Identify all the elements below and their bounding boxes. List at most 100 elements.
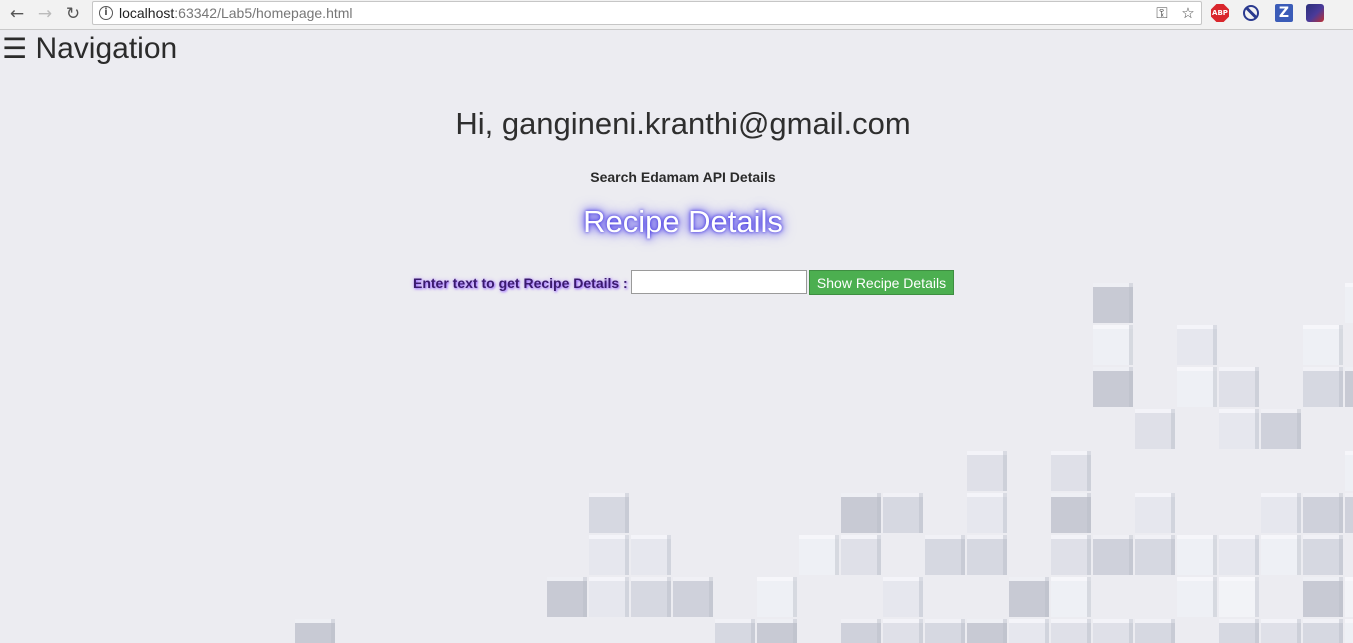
background-cube-highlight — [1261, 493, 1301, 497]
adblock-plus-icon[interactable]: ABP — [1211, 4, 1229, 22]
back-arrow-icon[interactable]: ← — [6, 3, 28, 25]
background-cube-highlight — [1093, 535, 1133, 539]
background-cube-shadow — [667, 577, 671, 617]
background-cube-highlight — [715, 619, 755, 623]
background-cube-shadow — [961, 619, 965, 643]
background-cube-shadow — [1297, 535, 1301, 575]
background-cube-shadow — [919, 493, 923, 533]
browser-toolbar: ← → ↻ i localhost:63342/Lab5/homepage.ht… — [0, 0, 1353, 30]
background-cube — [1303, 493, 1343, 533]
background-cube-shadow — [1087, 619, 1091, 643]
search-subheading: Search Edamam API Details — [590, 169, 776, 185]
background-cube-shadow — [877, 619, 881, 643]
background-cube-shadow — [1171, 493, 1175, 533]
background-cube-shadow — [1087, 577, 1091, 617]
background-cube-shadow — [667, 535, 671, 575]
navigation-label[interactable]: Navigation — [35, 32, 177, 65]
url-host: localhost — [119, 5, 175, 21]
background-cube-highlight — [631, 577, 671, 581]
hamburger-menu-icon[interactable]: ☰ — [2, 32, 27, 65]
background-cube — [1219, 409, 1259, 449]
background-cube-shadow — [1003, 535, 1007, 575]
background-cube-shadow — [1213, 367, 1217, 407]
forward-arrow-icon[interactable]: → — [34, 3, 56, 25]
background-cube-highlight — [1303, 619, 1343, 623]
background-cube — [1177, 535, 1217, 575]
background-cube-shadow — [331, 619, 335, 643]
background-cube-highlight — [1219, 367, 1259, 371]
zotero-icon[interactable]: Z — [1275, 4, 1293, 22]
background-cube-highlight — [589, 577, 629, 581]
background-cube-highlight — [1261, 619, 1301, 623]
background-cube — [883, 493, 923, 533]
background-cube-highlight — [757, 577, 797, 581]
background-cube-highlight — [1177, 367, 1217, 371]
background-cube-highlight — [1093, 619, 1133, 623]
background-cube-highlight — [673, 577, 713, 581]
background-cube-shadow — [1171, 535, 1175, 575]
background-cube — [967, 451, 1007, 491]
recipe-search-input[interactable] — [631, 270, 807, 294]
zotero-label: Z — [1278, 5, 1290, 21]
background-cube — [1051, 451, 1091, 491]
block-icon[interactable] — [1243, 5, 1259, 21]
background-cube — [883, 577, 923, 617]
background-cube-highlight — [295, 619, 335, 623]
background-cube — [841, 493, 881, 533]
url-path: :63342/Lab5/homepage.html — [174, 5, 353, 21]
background-cube — [1303, 367, 1343, 407]
background-cube-highlight — [883, 493, 923, 497]
background-cube-highlight — [841, 619, 881, 623]
background-cube-shadow — [1003, 451, 1007, 491]
navigation-menu[interactable]: ☰ Navigation — [2, 32, 177, 66]
background-cube — [1093, 535, 1133, 575]
background-cube-shadow — [1213, 535, 1217, 575]
background-cube-highlight — [1219, 577, 1259, 581]
address-bar[interactable]: i localhost:63342/Lab5/homepage.html ⚿ ☆ — [92, 1, 1202, 25]
bookmark-star-icon[interactable]: ☆ — [1179, 3, 1197, 23]
background-cube — [1345, 493, 1353, 533]
background-cube — [1051, 493, 1091, 533]
background-cube-highlight — [967, 451, 1007, 455]
background-cube-shadow — [1003, 493, 1007, 533]
background-cube-shadow — [1087, 535, 1091, 575]
background-cube — [1219, 367, 1259, 407]
reload-icon[interactable]: ↻ — [62, 3, 84, 25]
background-cube-highlight — [1135, 409, 1175, 413]
background-cube-highlight — [1177, 535, 1217, 539]
background-cube-shadow — [1171, 409, 1175, 449]
background-cube-highlight — [1303, 325, 1343, 329]
background-cube-highlight — [1303, 493, 1343, 497]
background-cube-shadow — [1297, 493, 1301, 533]
site-info-icon[interactable]: i — [99, 6, 113, 20]
background-cube-shadow — [1255, 409, 1259, 449]
background-cube-highlight — [589, 493, 629, 497]
background-cube-highlight — [547, 577, 587, 581]
background-cube — [1261, 535, 1301, 575]
background-cube-highlight — [1135, 535, 1175, 539]
background-cube-highlight — [925, 535, 965, 539]
background-cube-highlight — [589, 535, 629, 539]
show-recipe-details-button[interactable]: Show Recipe Details — [809, 270, 954, 295]
background-cube-highlight — [1135, 493, 1175, 497]
background-cube-shadow — [1129, 325, 1133, 365]
background-cube — [757, 577, 797, 617]
background-cube-highlight — [1051, 451, 1091, 455]
background-cube — [1093, 325, 1133, 365]
background-cube — [1177, 325, 1217, 365]
background-cube-highlight — [1051, 619, 1091, 623]
background-cube — [1303, 535, 1343, 575]
url-text[interactable]: localhost:63342/Lab5/homepage.html — [119, 5, 353, 21]
background-cube-shadow — [1255, 367, 1259, 407]
background-cube-shadow — [1087, 451, 1091, 491]
background-cube-shadow — [1297, 619, 1301, 643]
background-cube — [673, 577, 713, 617]
background-cube — [841, 535, 881, 575]
key-icon[interactable]: ⚿ — [1153, 3, 1171, 23]
background-cube-highlight — [1093, 325, 1133, 329]
background-cube — [589, 577, 629, 617]
background-cube-highlight — [1177, 325, 1217, 329]
extension-icon[interactable] — [1306, 4, 1324, 22]
background-cube-highlight — [1135, 619, 1175, 623]
background-cube-highlight — [1345, 577, 1353, 581]
